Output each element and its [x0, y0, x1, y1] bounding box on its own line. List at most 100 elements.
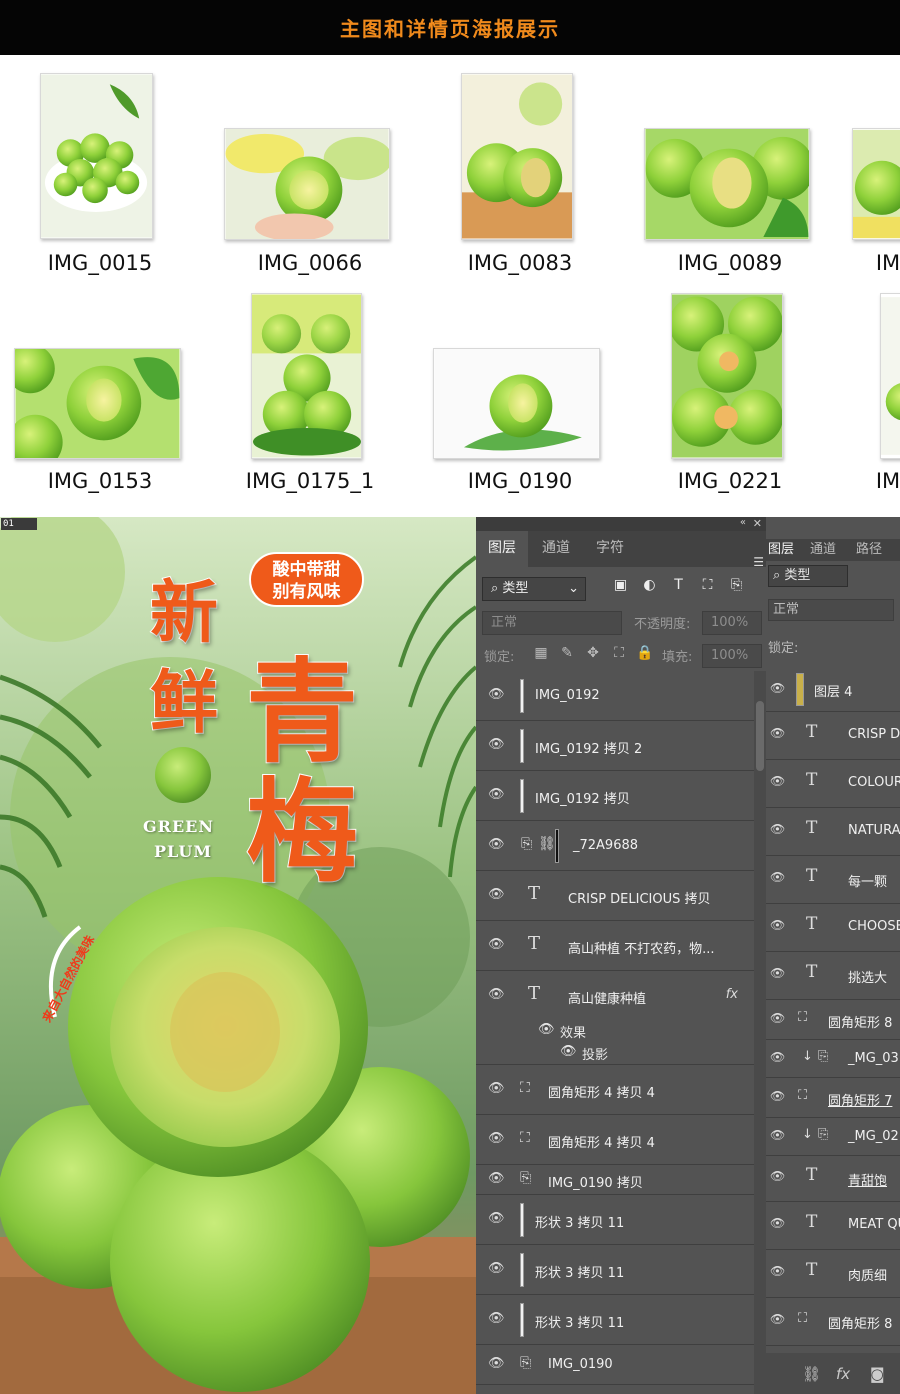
layer-row[interactable]: 👁 IMG_0192 拷贝	[476, 771, 754, 821]
secondary-layer-row[interactable]: 👁 T 肉质细	[766, 1250, 900, 1298]
layer-row[interactable]: 👁 T 高山种植 不打农药，物...	[476, 921, 754, 971]
file-name-label[interactable]: IMG_0190	[435, 469, 605, 493]
effect-eye-icon[interactable]: 👁	[560, 1044, 577, 1059]
file-name-label[interactable]: IMG_0066	[225, 251, 395, 275]
link-layers-icon[interactable]: ⛓	[802, 1365, 821, 1383]
type-filter-icon[interactable]: T	[664, 577, 693, 593]
document-tab[interactable]: 01	[1, 518, 37, 530]
layer-row[interactable]: 👁 形状 3 拷贝 11	[476, 1245, 754, 1295]
secondary-layer-row[interactable]: 👁 T COLOUR	[766, 760, 900, 808]
visibility-eye-icon[interactable]: 👁	[770, 1312, 785, 1326]
secondary-layer-row[interactable]: 👁 T NATURA	[766, 808, 900, 856]
file-name-label[interactable]: IMG_0221	[645, 469, 815, 493]
panel-menu-icon[interactable]: ☰	[753, 555, 764, 569]
thumbnail-img-partial-2[interactable]	[880, 293, 900, 459]
thumbnail-img-0066[interactable]	[224, 128, 390, 240]
visibility-eye-icon[interactable]: 👁	[488, 787, 505, 802]
layer-row[interactable]: 👁 形状 3 拷贝 11	[476, 1295, 754, 1345]
poster-canvas[interactable]: 01 新 鲜 青 梅 酸中带甜 别有风味 GREEN PLUM 来自大自然的美味	[0, 517, 476, 1394]
close-icon[interactable]: ✕	[753, 517, 762, 530]
secondary-layer-row[interactable]: 👁 图层 4	[766, 667, 900, 712]
layer-row[interactable]: 👁 ⎘ IMG_0190	[476, 1345, 754, 1385]
secondary-layer-row[interactable]: 👁 ⛶ 圆角矩形 8	[766, 1000, 900, 1040]
visibility-eye-icon[interactable]: 👁	[488, 687, 505, 702]
layer-row[interactable]: 👁 ⛶ 圆角矩形 4 拷贝 4	[476, 1115, 754, 1165]
blend-mode-select[interactable]: 正常	[482, 611, 622, 635]
lock-paint-icon[interactable]: ✎	[554, 645, 580, 661]
visibility-eye-icon[interactable]: 👁	[488, 1081, 505, 1096]
tab-channels-2[interactable]: 通道	[810, 539, 836, 561]
visibility-eye-icon[interactable]: 👁	[488, 1211, 505, 1226]
visibility-eye-icon[interactable]: 👁	[488, 737, 505, 752]
thumbnail-img-0221[interactable]	[671, 293, 783, 459]
visibility-eye-icon[interactable]: 👁	[770, 1264, 785, 1278]
secondary-blend-select[interactable]: 正常	[768, 599, 894, 621]
secondary-layer-row[interactable]: 👁 T 每一颗	[766, 856, 900, 904]
file-name-label[interactable]: IMG_0175_1	[225, 469, 395, 493]
file-name-label[interactable]: IM	[803, 251, 900, 275]
tab-channels[interactable]: 通道	[530, 531, 582, 567]
visibility-eye-icon[interactable]: 👁	[488, 1171, 505, 1186]
file-name-label[interactable]: IMG_0083	[435, 251, 605, 275]
secondary-layer-row[interactable]: 👁 T CHOOSE	[766, 904, 900, 952]
lock-all-icon[interactable]: 🔒	[632, 645, 658, 661]
layer-row[interactable]: 👁 IMG_0192 拷贝 2	[476, 721, 754, 771]
smart-filter-icon[interactable]: ⎘	[722, 577, 751, 593]
thumbnail-img-0175-1[interactable]	[251, 293, 362, 459]
visibility-eye-icon[interactable]: 👁	[488, 1261, 505, 1276]
layer-row[interactable]: 👁 T 高山健康种植 fx 👁 效果 👁 投影	[476, 971, 754, 1065]
visibility-eye-icon[interactable]: 👁	[770, 1011, 785, 1025]
file-name-label[interactable]: IMG_0015	[15, 251, 185, 275]
adjustment-filter-icon[interactable]: ◐	[635, 577, 664, 593]
visibility-eye-icon[interactable]: 👁	[770, 822, 785, 836]
visibility-eye-icon[interactable]: 👁	[488, 987, 505, 1002]
layer-row[interactable]: 👁 ⎘ IMG_0190 拷贝	[476, 1165, 754, 1195]
fx-icon[interactable]: fx	[836, 1365, 850, 1383]
visibility-eye-icon[interactable]: 👁	[488, 1131, 505, 1146]
lock-artboard-icon[interactable]: ⛶	[606, 645, 632, 661]
thumbnail-img-0089[interactable]	[644, 128, 810, 240]
shape-filter-icon[interactable]: ⛶	[693, 577, 722, 593]
layer-filter-select[interactable]: ⌕ 类型 ⌄	[482, 577, 586, 601]
scrollbar-thumb[interactable]	[756, 701, 764, 771]
file-name-label[interactable]: IMG_0089	[645, 251, 815, 275]
thumbnail-img-0083[interactable]	[461, 73, 573, 240]
visibility-eye-icon[interactable]: 👁	[488, 937, 505, 952]
visibility-eye-icon[interactable]: 👁	[770, 1050, 785, 1064]
layers-scrollbar[interactable]	[754, 671, 766, 1394]
tab-paths-2[interactable]: 路径	[856, 539, 882, 561]
visibility-eye-icon[interactable]: 👁	[770, 1089, 785, 1103]
visibility-eye-icon[interactable]: 👁	[488, 887, 505, 902]
opacity-field[interactable]: 100%	[702, 611, 762, 635]
layer-row[interactable]: 👁 形状 3 拷贝 11	[476, 1195, 754, 1245]
layer-fx-badge[interactable]: fx	[726, 987, 738, 1002]
secondary-layer-row[interactable]: 👁 T MEAT QU	[766, 1202, 900, 1250]
thumbnail-img-0153[interactable]	[14, 348, 181, 459]
tab-layers[interactable]: 图层	[476, 531, 528, 567]
effects-eye-icon[interactable]: 👁	[538, 1022, 555, 1037]
visibility-eye-icon[interactable]: 👁	[770, 1216, 785, 1230]
secondary-layer-row[interactable]: 👁 ⛶ 圆角矩形 8	[766, 1298, 900, 1346]
visibility-eye-icon[interactable]: 👁	[770, 681, 785, 695]
visibility-eye-icon[interactable]: 👁	[770, 966, 785, 980]
visibility-eye-icon[interactable]: 👁	[770, 774, 785, 788]
visibility-eye-icon[interactable]: 👁	[488, 1356, 505, 1371]
tab-layers-2[interactable]: 图层	[768, 539, 794, 561]
secondary-layer-row[interactable]: 👁 T 挑选大	[766, 952, 900, 1000]
layer-row[interactable]: 👁 T CRISP DELICIOUS 拷贝	[476, 871, 754, 921]
file-name-label[interactable]: IM	[803, 469, 900, 493]
secondary-layer-row[interactable]: 👁 ⛶ 圆角矩形 7	[766, 1078, 900, 1118]
visibility-eye-icon[interactable]: 👁	[488, 1311, 505, 1326]
thumbnail-img-partial-1[interactable]	[852, 128, 900, 240]
lock-transparent-icon[interactable]: ▦	[528, 645, 554, 661]
collapse-icon[interactable]: «	[740, 517, 746, 528]
layer-row[interactable]: 👁 ⎘ ⛓ _72A9688	[476, 821, 754, 871]
secondary-layer-row[interactable]: 👁 ↓ ⎘ _MG_03	[766, 1040, 900, 1078]
visibility-eye-icon[interactable]: 👁	[770, 726, 785, 740]
thumbnail-img-0015[interactable]	[40, 73, 153, 239]
image-filter-icon[interactable]: ▣	[606, 577, 635, 593]
thumbnail-img-0190[interactable]	[433, 348, 600, 459]
lock-move-icon[interactable]: ✥	[580, 645, 606, 661]
file-name-label[interactable]: IMG_0153	[15, 469, 185, 493]
visibility-eye-icon[interactable]: 👁	[770, 1169, 785, 1183]
